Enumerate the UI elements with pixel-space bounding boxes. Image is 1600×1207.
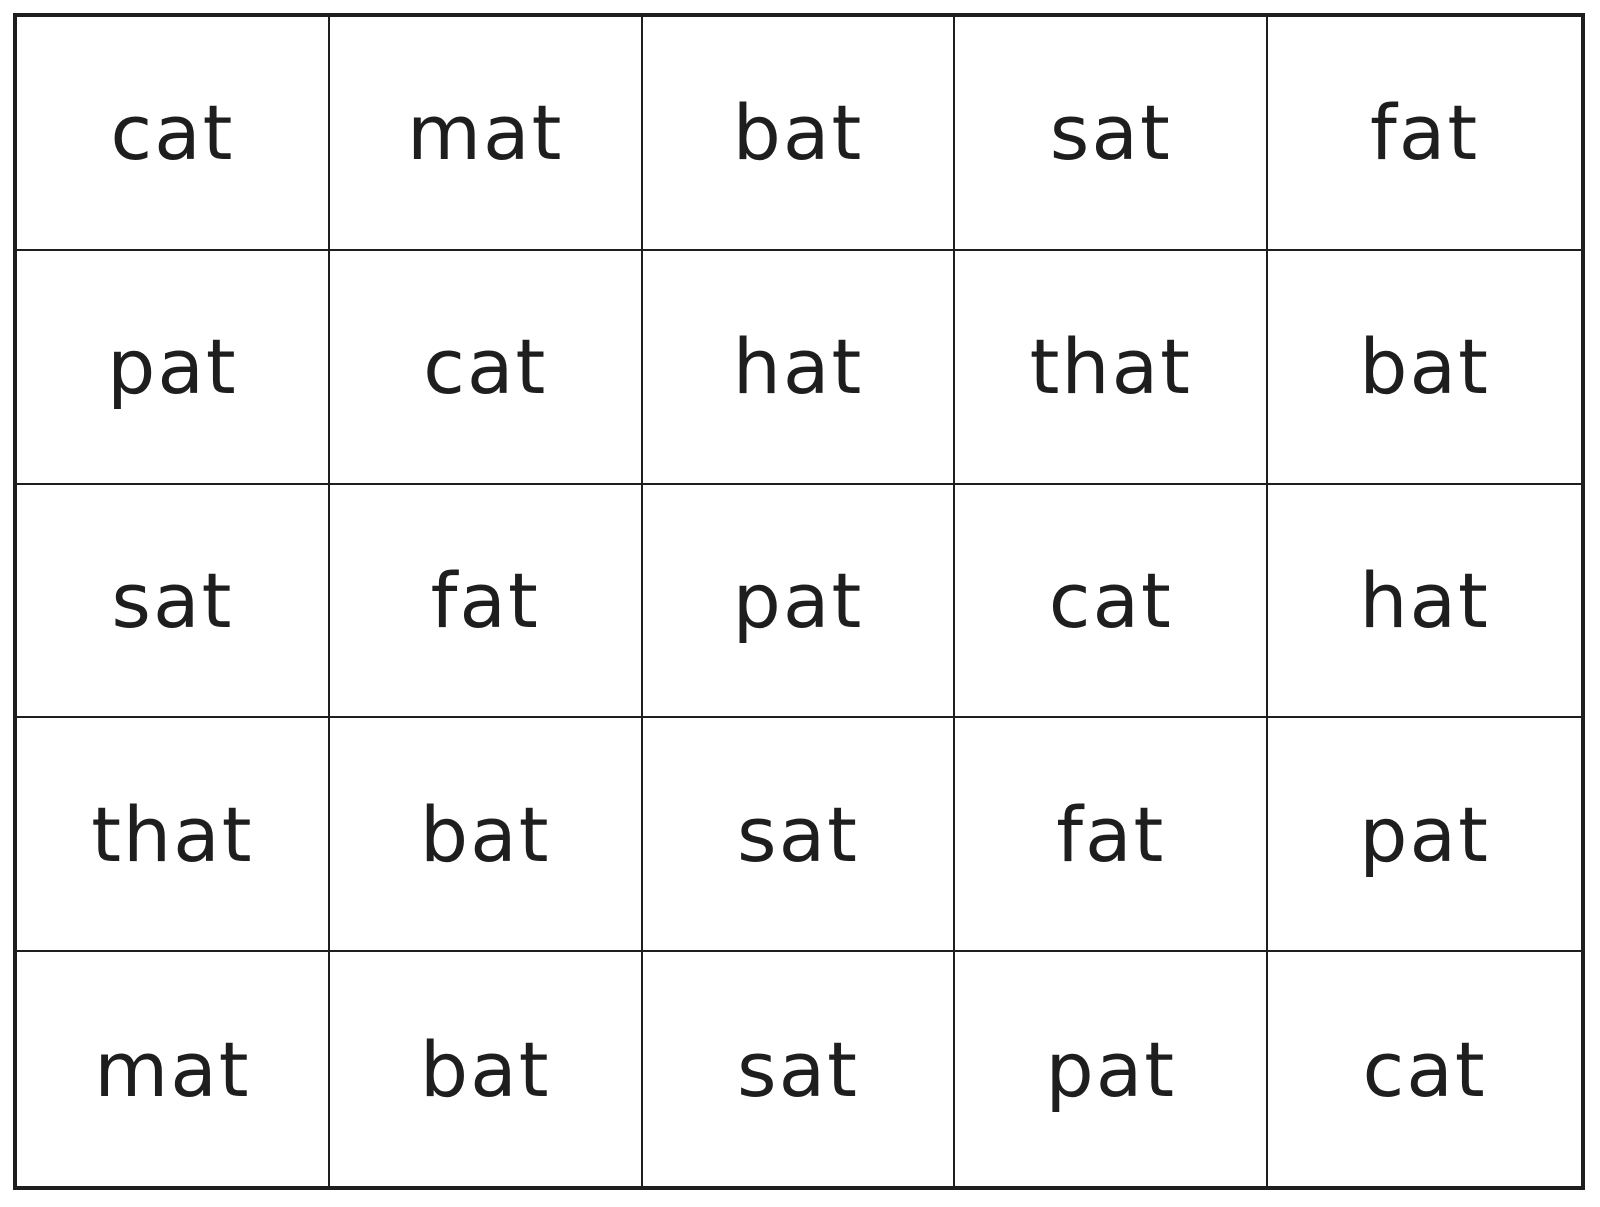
- word-cell: hat: [1268, 485, 1581, 719]
- word-cell: mat: [329, 17, 643, 251]
- word-cell: pat: [955, 952, 1269, 1186]
- word-cell: that: [955, 250, 1269, 485]
- word-cell: sat: [643, 952, 956, 1186]
- word-cell: sat: [955, 17, 1269, 251]
- word-cell: fat: [1268, 17, 1581, 251]
- word-cell: bat: [642, 17, 956, 251]
- word-cell: mat: [17, 952, 330, 1186]
- word-cell: cat: [1362, 1024, 1487, 1114]
- word-cell: bat: [1268, 251, 1581, 485]
- word-cell: bat: [329, 718, 643, 953]
- word-cell: cat: [329, 250, 643, 485]
- word-grid: cat mat bat sat fat pat cat hat that bat sat fat pat…: [13, 13, 1585, 1190]
- word-cell: pat: [17, 250, 330, 485]
- word-cell: sat: [642, 718, 956, 953]
- word-cell: fat: [955, 718, 1269, 953]
- word-cell: sat: [17, 484, 330, 719]
- word-cell: hat: [642, 250, 956, 485]
- word-cell: fat: [329, 484, 643, 719]
- word-cell: cat: [17, 17, 330, 251]
- word-cell: that: [17, 718, 330, 953]
- word-cell: pat: [1268, 718, 1581, 953]
- word-cell: bat: [330, 952, 643, 1186]
- word-cell: pat: [642, 484, 956, 719]
- word-cell: cat: [955, 484, 1269, 719]
